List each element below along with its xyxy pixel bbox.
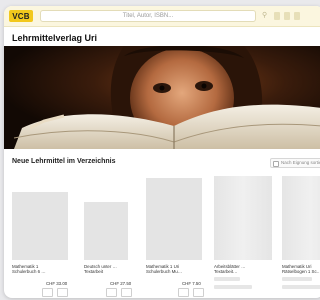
book-cover[interactable] xyxy=(84,202,128,260)
search-input[interactable]: Titel, Autor, ISBN... xyxy=(40,10,256,22)
loading-placeholder xyxy=(282,285,320,289)
book-actions xyxy=(106,288,132,297)
book-cover[interactable] xyxy=(12,192,68,260)
header-icons[interactable] xyxy=(274,12,302,20)
book-price: CHF 27.50 xyxy=(110,281,132,286)
info-icon[interactable] xyxy=(106,288,117,297)
book-card[interactable]: Mathematik 1 Uri Schulerbuch Mu… CHF 7.5… xyxy=(146,178,204,298)
book-card[interactable]: Mathematik 1 Schulerbuch 6 … CHF 33.00 xyxy=(12,192,68,298)
top-bar: VCB Titel, Autor, ISBN... ⚲ xyxy=(4,6,320,27)
book-title[interactable]: Mathematik 1 Schulerbuch 6 … xyxy=(12,264,68,275)
add-to-cart-icon[interactable] xyxy=(57,288,68,297)
book-title[interactable]: Deutsch unter … Textarbeit xyxy=(84,264,140,275)
add-to-cart-icon[interactable] xyxy=(193,288,204,297)
book-price: CHF 33.00 xyxy=(46,281,68,286)
book-cover[interactable] xyxy=(282,176,320,260)
loading-placeholder xyxy=(214,285,252,289)
sort-checkbox[interactable]: Nach Eignung sortieren xyxy=(270,158,320,168)
section-title: Neue Lehrmittel im Verzeichnis xyxy=(12,158,116,165)
book-card[interactable]: Arbeitsblätter … Textarbeit… xyxy=(214,176,272,298)
book-card[interactable]: Mathematik Uri Rätselbogen 1 Sc… xyxy=(282,176,320,298)
book-cover[interactable] xyxy=(146,178,202,260)
info-icon[interactable] xyxy=(178,288,189,297)
browser-window: VCB Titel, Autor, ISBN... ⚲ Lehrmittelve… xyxy=(4,6,320,298)
book-title[interactable]: Mathematik Uri Rätselbogen 1 Sc… xyxy=(282,264,320,275)
page-title: Lehrmittelverlag Uri xyxy=(12,33,98,43)
add-to-cart-icon[interactable] xyxy=(121,288,132,297)
loading-placeholder xyxy=(282,277,312,281)
book-title[interactable]: Arbeitsblätter … Textarbeit… xyxy=(214,264,272,275)
search-icon[interactable]: ⚲ xyxy=(262,11,270,20)
book-price: CHF 7.50 xyxy=(182,281,201,286)
book-card[interactable]: Deutsch unter … Textarbeit CHF 27.50 xyxy=(84,202,132,298)
loading-placeholder xyxy=(214,277,240,281)
book-actions xyxy=(42,288,68,297)
book-cover[interactable] xyxy=(214,176,272,260)
hero-photo xyxy=(4,46,320,149)
hero-image xyxy=(4,46,320,149)
account-icon[interactable] xyxy=(274,12,280,20)
site-logo[interactable]: VCB xyxy=(9,10,33,22)
menu-icon[interactable] xyxy=(294,12,300,20)
book-actions xyxy=(178,288,204,297)
info-icon[interactable] xyxy=(42,288,53,297)
cart-icon[interactable] xyxy=(284,12,290,20)
book-title[interactable]: Mathematik 1 Uri Schulerbuch Mu… xyxy=(146,264,202,275)
